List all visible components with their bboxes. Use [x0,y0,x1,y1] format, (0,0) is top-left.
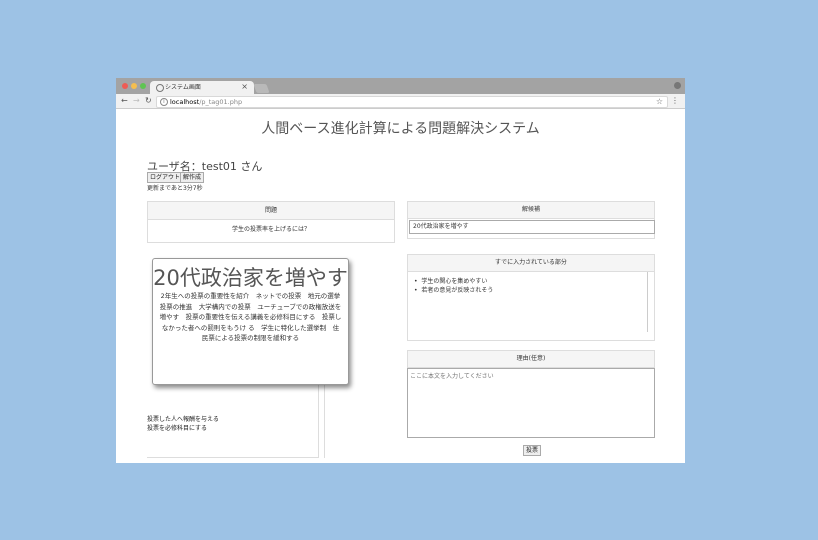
entered-parts-header: すでに入力されている部分 [408,255,654,272]
create-answer-button[interactable]: 解作成 [180,172,205,183]
background-answer-list: 投票した人へ報酬を与える 投票を必修科目にする [147,415,219,433]
entered-parts-list: • 学生の関心を集めやすい • 若者の意見が反映されそう [408,272,654,295]
reason-header: 理由(任意) [408,351,654,368]
candidate-panel: 解候補 20代政治家を増やす [407,201,655,239]
forward-arrow-icon[interactable]: → [133,94,140,107]
tab-title: システム画面 [165,84,201,91]
url-path: /p_tag01.php [199,98,243,106]
problem-text: 学生の投票率を上げるには？ [231,226,310,233]
new-tab-button[interactable] [253,84,270,93]
browser-menu-icon[interactable]: ⋮ [671,94,679,107]
page-title: 人間ベース進化計算による問題解決システム [261,121,540,137]
list-item-text: 若者の意見が反映されそう [421,287,494,294]
globe-icon [156,84,164,92]
logout-button[interactable]: ログアウト [147,172,184,183]
list-item-text: 学生の関心を集めやすい [421,278,488,285]
address-bar[interactable]: i localhost/p_tag01.php ☆ [156,96,668,108]
bookmark-star-icon[interactable]: ☆ [656,96,663,107]
browser-toolbar: ← → ↻ i localhost/p_tag01.php ☆ ⋮ [116,94,685,109]
problem-header: 問題 [148,202,394,220]
problem-panel: 問題 学生の投票率を上げるには？ [147,201,395,243]
back-arrow-icon[interactable]: ← [121,94,128,107]
list-item: • 学生の関心を集めやすい [414,278,488,285]
popup-main-text: 20代政治家を増やす [153,266,348,290]
update-timer: 更新まであと3分7秒 [147,185,203,192]
minimize-window-icon[interactable] [131,83,137,89]
candidate-input[interactable]: 20代政治家を増やす [409,220,655,234]
url-text: localhost/p_tag01.php [170,97,242,107]
account-icon[interactable] [674,82,681,89]
list-item: • 若者の意見が反映されそう [414,287,494,294]
popup-related-text: 2年生への投票の重要性を紹介 ネットでの投票 地元の選挙投票の推進 大学構内での… [159,292,342,342]
close-window-icon[interactable] [122,83,128,89]
reason-textarea[interactable] [407,368,655,438]
word-cloud-popup[interactable]: 20代政治家を増やす 2年生への投票の重要性を紹介 ネットでの投票 地元の選挙投… [152,258,349,385]
browser-tab[interactable]: システム画面 × [150,81,254,94]
hidden-panel-bottom [147,457,318,458]
reload-icon[interactable]: ↻ [145,94,152,107]
url-host: localhost [170,98,200,106]
reason-panel: 理由(任意) [407,350,655,438]
tab-bar: システム画面 × [116,78,685,94]
list-item: 投票を必修科目にする [147,425,208,432]
close-tab-icon[interactable]: × [241,81,248,93]
zoom-window-icon[interactable] [140,83,146,89]
candidate-header: 解候補 [408,202,654,219]
scrollbar[interactable] [647,272,648,332]
vote-button[interactable]: 投票 [523,445,542,456]
entered-parts-panel: すでに入力されている部分 • 学生の関心を集めやすい • 若者の意見が反映されそ… [407,254,655,341]
list-item: 投票した人へ報酬を与える [147,416,219,423]
info-icon[interactable]: i [160,98,168,106]
